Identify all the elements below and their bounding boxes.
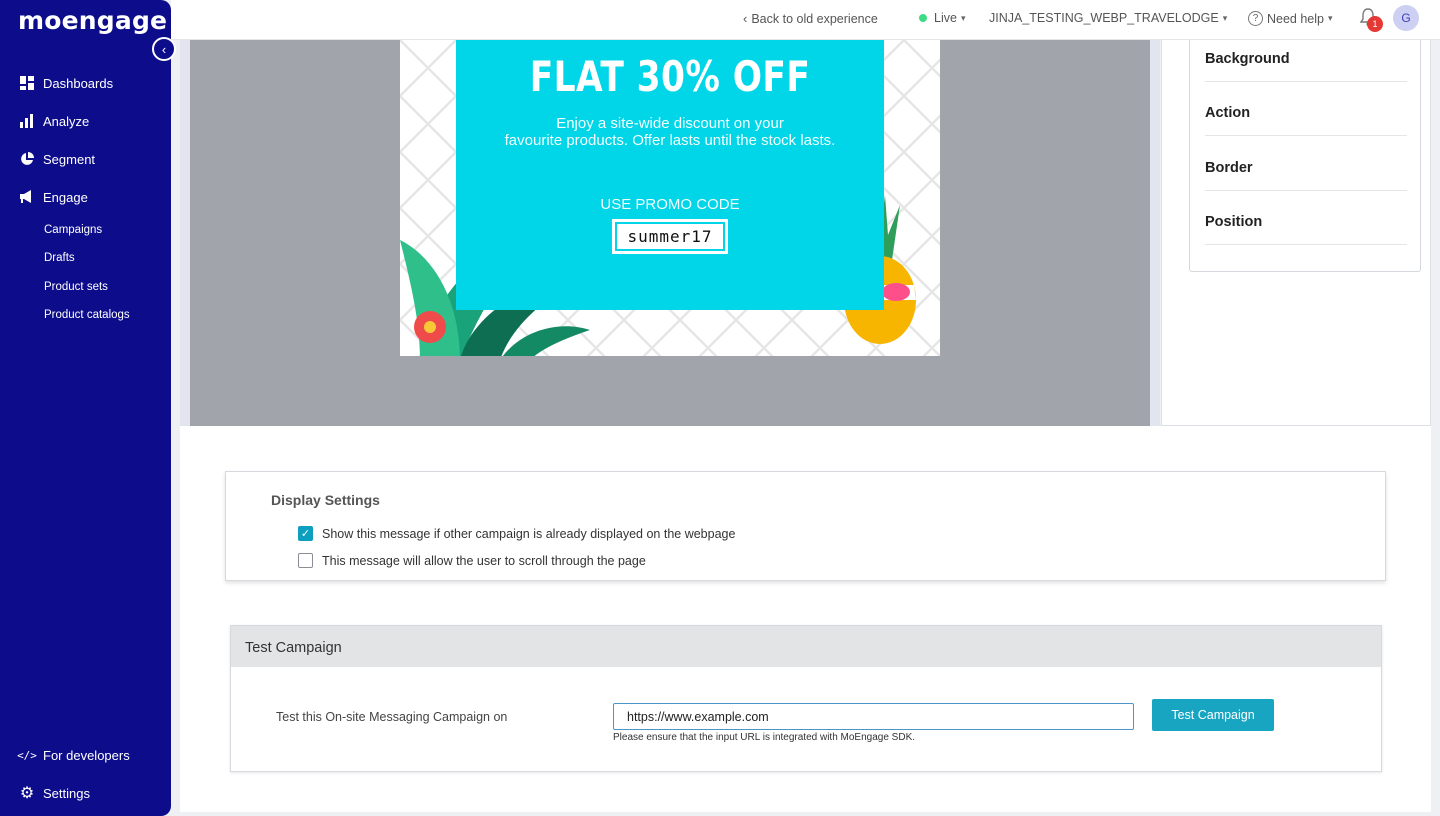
code-icon: </> — [17, 748, 37, 762]
help-icon: ? — [1248, 11, 1263, 26]
test-url-input[interactable] — [613, 703, 1134, 730]
display-settings-card: Display Settings ✓ Show this message if … — [225, 471, 1386, 581]
notification-badge: 1 — [1367, 16, 1383, 32]
test-campaign-card: Test Campaign Test this On-site Messagin… — [230, 625, 1382, 772]
pie-chart-icon — [19, 151, 35, 167]
test-campaign-button[interactable]: Test Campaign — [1152, 699, 1274, 731]
checkbox-unchecked[interactable] — [298, 553, 313, 568]
bar-chart-icon — [19, 113, 35, 129]
sidebar-item-settings[interactable]: ⚙ Settings — [19, 785, 90, 802]
promo-panel: FLAT 30% OFF Enjoy a site-wide discount … — [456, 40, 884, 310]
chevron-down-icon: ▾ — [1222, 12, 1228, 23]
chevron-left-icon: ‹ — [161, 41, 167, 57]
sidebar-item-for-developers[interactable]: </> For developers — [17, 747, 130, 763]
option-label: This message will allow the user to scro… — [322, 553, 646, 568]
chevron-down-icon: ▾ — [960, 12, 966, 23]
property-position[interactable]: Position — [1205, 214, 1407, 245]
sidebar-item-label: Settings — [43, 785, 90, 801]
chevron-left-icon: ‹ — [743, 11, 748, 26]
sidebar-item-label: For developers — [43, 747, 130, 763]
test-url-hint: Please ensure that the input URL is inte… — [613, 732, 916, 743]
sidebar-item-label: Dashboards — [43, 75, 114, 91]
chevron-down-icon: ▾ — [1328, 13, 1333, 23]
sidebar-subitem-drafts[interactable]: Drafts — [44, 252, 75, 264]
promo-title: FLAT 30% OFF — [529, 52, 811, 101]
properties-card: Background Action Border Position — [1189, 40, 1421, 272]
checkbox-checked[interactable]: ✓ — [298, 526, 313, 541]
topbar: ‹ Back to old experience Live ▾ JINJA_TE… — [171, 0, 1440, 40]
option-show-if-other-displayed: ✓ Show this message if other campaign is… — [298, 526, 735, 541]
dashboard-icon — [19, 75, 35, 91]
sidebar: moengage Dashboards Analyze Segment Enga… — [0, 0, 171, 816]
promo-subtitle-line-2: favourite products. Offer lasts until th… — [504, 132, 836, 149]
moengage-logo[interactable]: moengage — [18, 6, 167, 35]
workspace-label: JINJA_TESTING_WEBP_TRAVELODGE — [989, 11, 1219, 25]
property-action[interactable]: Action — [1205, 105, 1407, 136]
test-url-label: Test this On-site Messaging Campaign on — [276, 710, 508, 724]
sidebar-item-label: Analyze — [43, 113, 90, 129]
workspace-dropdown[interactable]: JINJA_TESTING_WEBP_TRAVELODGE ▾ — [989, 11, 1227, 25]
property-background[interactable]: Background — [1205, 51, 1407, 82]
sidebar-item-analyze[interactable]: Analyze — [19, 113, 89, 129]
megaphone-icon — [19, 189, 35, 205]
option-label: Show this message if other campaign is a… — [322, 526, 736, 541]
promo-code: summer17 — [617, 224, 723, 249]
popup-banner[interactable]: FLAT 30% OFF Enjoy a site-wide discount … — [400, 40, 940, 356]
test-campaign-header: Test Campaign — [231, 626, 1381, 667]
collapse-sidebar-button[interactable]: ‹ — [152, 37, 176, 61]
environment-dropdown[interactable]: Live ▾ — [919, 11, 965, 25]
promo-subtitle-line-1: Enjoy a site-wide discount on your — [556, 115, 784, 132]
option-allow-scroll: This message will allow the user to scro… — [298, 553, 646, 568]
sidebar-item-dashboards[interactable]: Dashboards — [19, 75, 113, 91]
need-help-dropdown[interactable]: ? Need help ▾ — [1248, 11, 1333, 26]
sidebar-subitem-campaigns[interactable]: Campaigns — [44, 224, 102, 236]
gear-icon: ⚙ — [19, 785, 35, 802]
promo-code-label: USE PROMO CODE — [600, 196, 740, 213]
sidebar-item-label: Engage — [43, 189, 88, 205]
avatar[interactable]: G — [1393, 5, 1419, 31]
sidebar-item-label: Segment — [43, 151, 96, 167]
promo-subtitle: Enjoy a site-wide discount on your favou… — [456, 115, 884, 149]
sidebar-item-engage[interactable]: Engage — [19, 189, 88, 205]
live-status-dot — [919, 14, 927, 22]
back-to-old-experience-link[interactable]: ‹ Back to old experience — [743, 11, 878, 26]
promo-code-box: summer17 — [612, 219, 728, 254]
sidebar-subitem-product-sets[interactable]: Product sets — [44, 281, 108, 293]
sidebar-subitem-product-catalogs[interactable]: Product catalogs — [44, 309, 130, 321]
help-label: Need help — [1267, 11, 1324, 26]
property-border[interactable]: Border — [1205, 160, 1407, 191]
back-link-label: Back to old experience — [751, 11, 878, 26]
environment-label: Live — [934, 11, 957, 25]
sidebar-item-segment[interactable]: Segment — [19, 151, 95, 167]
display-settings-title: Display Settings — [271, 492, 380, 508]
